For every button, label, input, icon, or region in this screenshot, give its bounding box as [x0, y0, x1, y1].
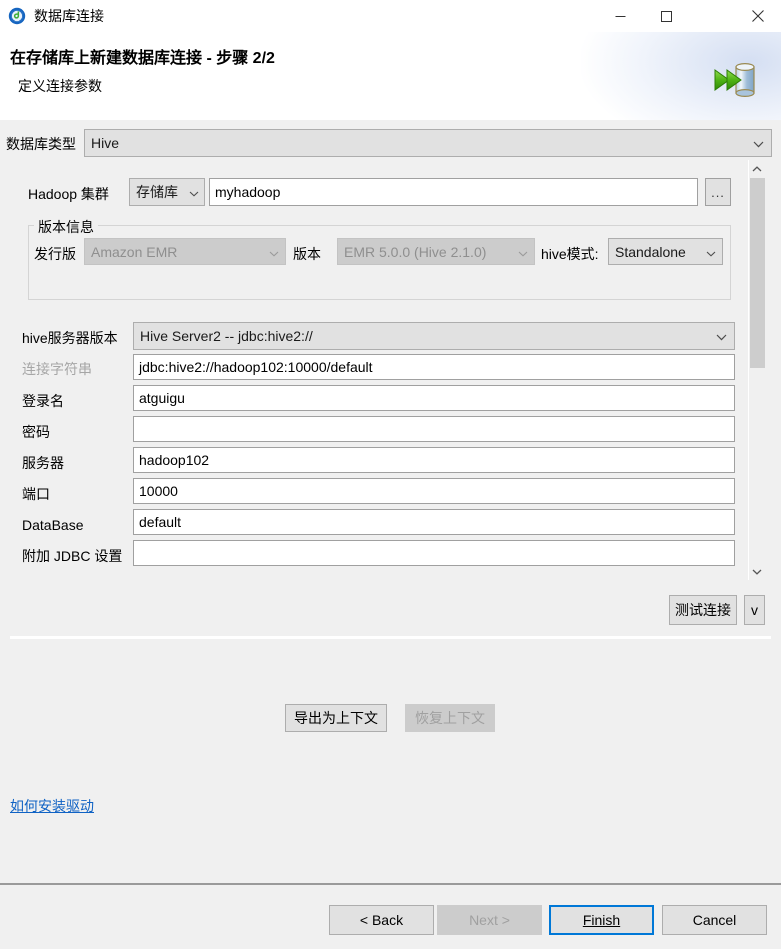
server-label: 服务器 [22, 455, 64, 471]
database-label: DataBase [22, 517, 84, 533]
wizard-subtitle: 定义连接参数 [18, 78, 102, 94]
database-input[interactable]: default [133, 509, 735, 535]
scroll-down-icon[interactable] [749, 563, 765, 580]
database-value: default [139, 514, 182, 530]
db-type-label: 数据库类型 [6, 136, 76, 152]
additional-jdbc-input[interactable] [133, 540, 735, 566]
dialog-footer: < Back Next > Finish Cancel [0, 884, 781, 949]
finish-button[interactable]: Finish [549, 905, 654, 935]
port-value: 10000 [139, 483, 178, 499]
test-connection-dropdown-button[interactable]: v [744, 595, 765, 625]
test-connection-button[interactable]: 测试连接 [669, 595, 737, 625]
revert-context-button[interactable]: 恢复上下文 [405, 704, 495, 732]
version-info-legend: 版本信息 [34, 217, 98, 237]
connection-string-label: 连接字符串 [22, 361, 92, 377]
distribution-label: 发行版 [34, 246, 76, 262]
database-connection-icon [8, 7, 26, 25]
version-combo[interactable]: EMR 5.0.0 (Hive 2.1.0) [337, 238, 535, 265]
minimize-icon[interactable] [597, 0, 643, 32]
close-icon[interactable] [735, 0, 781, 32]
hadoop-cluster-source-combo[interactable]: 存储库 [129, 178, 205, 206]
hadoop-cluster-name-input[interactable]: myhadoop [209, 178, 698, 206]
hive-server-version-label: hive服务器版本 [22, 330, 118, 346]
database-connection-dialog: 数据库连接 在存储库上新建数据库连接 - 步骤 2/2 定义连接参数 数据库类型… [0, 0, 781, 949]
server-value: hadoop102 [139, 452, 210, 468]
cancel-button[interactable]: Cancel [662, 905, 767, 935]
hadoop-cluster-name-value: myhadoop [215, 184, 281, 200]
hive-mode-label: hive模式: [541, 246, 599, 262]
chevron-down-icon [518, 244, 528, 260]
chevron-down-icon [189, 184, 199, 200]
back-button-label: < Back [359, 912, 404, 928]
server-input[interactable]: hadoop102 [133, 447, 735, 473]
form-body: 数据库类型 Hive Hadoop 集群 存储库 myhadoop ... 版本… [0, 120, 781, 884]
distribution-combo[interactable]: Amazon EMR [84, 238, 286, 265]
db-type-combo[interactable]: Hive [84, 129, 772, 157]
footer-top-line [0, 884, 781, 885]
cancel-button-label: Cancel [692, 912, 737, 928]
port-input[interactable]: 10000 [133, 478, 735, 504]
chevron-down-icon [753, 135, 764, 151]
hive-mode-value: Standalone [615, 243, 686, 260]
form-scrollbar[interactable] [748, 160, 765, 580]
next-button-label: Next > [469, 912, 510, 928]
hive-mode-combo[interactable]: Standalone [608, 238, 723, 265]
version-value: EMR 5.0.0 (Hive 2.1.0) [344, 243, 487, 260]
password-input[interactable] [133, 416, 735, 442]
connection-string-value: jdbc:hive2://hadoop102:10000/default [139, 359, 373, 375]
title-bar: 数据库连接 [0, 0, 781, 32]
scroll-up-icon[interactable] [749, 160, 765, 177]
version-label: 版本 [293, 246, 321, 262]
hive-server-version-combo[interactable]: Hive Server2 -- jdbc:hive2:// [133, 322, 735, 350]
login-name-input[interactable]: atguigu [133, 385, 735, 411]
chevron-down-icon [269, 244, 279, 260]
hadoop-cluster-label: Hadoop 集群 [28, 186, 109, 202]
scrollbar-thumb[interactable] [750, 178, 765, 368]
finish-button-label: Finish [582, 912, 621, 928]
next-button[interactable]: Next > [437, 905, 542, 935]
login-name-label: 登录名 [22, 393, 64, 409]
maximize-icon[interactable] [643, 0, 689, 32]
export-as-context-button[interactable]: 导出为上下文 [285, 704, 387, 732]
back-button[interactable]: < Back [329, 905, 434, 935]
chevron-down-icon [716, 328, 727, 344]
database-import-icon [711, 58, 763, 104]
wizard-banner: 在存储库上新建数据库连接 - 步骤 2/2 定义连接参数 [0, 32, 781, 120]
db-type-value: Hive [91, 135, 120, 151]
additional-jdbc-label: 附加 JDBC 设置 [22, 548, 123, 564]
window-title: 数据库连接 [34, 8, 104, 24]
password-label: 密码 [22, 424, 50, 440]
how-to-install-driver-link[interactable]: 如何安装驱动 [10, 796, 94, 816]
hadoop-cluster-source-value: 存储库 [136, 184, 178, 200]
distribution-value: Amazon EMR [91, 243, 178, 260]
hive-server-version-value: Hive Server2 -- jdbc:hive2:// [140, 328, 313, 344]
port-label: 端口 [22, 486, 50, 502]
wizard-title: 在存储库上新建数据库连接 - 步骤 2/2 [10, 50, 275, 67]
chevron-down-icon [706, 244, 716, 260]
section-divider [10, 636, 771, 639]
hadoop-cluster-browse-button[interactable]: ... [705, 178, 731, 206]
connection-string-input[interactable]: jdbc:hive2://hadoop102:10000/default [133, 354, 735, 380]
login-name-value: atguigu [139, 390, 185, 406]
